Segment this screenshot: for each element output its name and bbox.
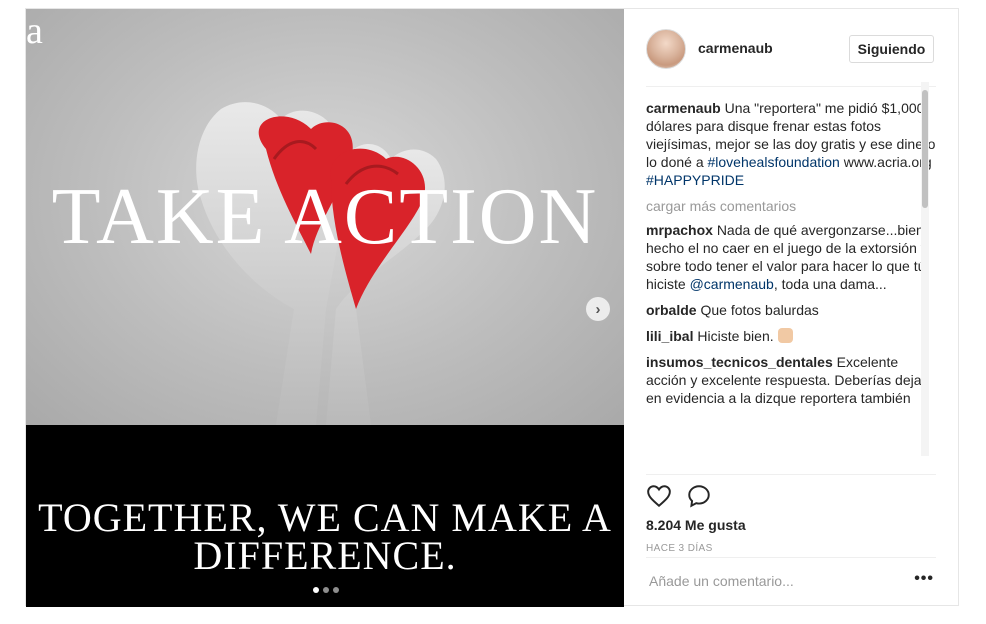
following-button[interactable]: Siguiendo <box>849 35 934 63</box>
tagline-line-1: TOGETHER, WE CAN MAKE A <box>38 495 612 540</box>
carousel-indicator <box>313 587 339 593</box>
header-username[interactable]: carmenaub <box>698 40 773 56</box>
post-sidebar: carmenaub Siguiendo carmenaub Una "repor… <box>624 9 959 607</box>
next-arrow-icon[interactable]: › <box>586 297 610 321</box>
clap-emoji-icon <box>777 328 793 343</box>
comment-input[interactable]: Añade un comentario... <box>649 573 794 589</box>
caption-username[interactable]: carmenaub <box>646 100 721 116</box>
caption: carmenaub Una "reportera" me pidió $1,00… <box>646 99 936 189</box>
comment-text: Hiciste bien. <box>697 328 774 344</box>
tagline-text: TOGETHER, WE CAN MAKE A DIFFERENCE. <box>26 495 624 578</box>
post-timestamp[interactable]: HACE 3 DÍAS <box>646 543 713 554</box>
comment-username[interactable]: insumos_tecnicos_dentales <box>646 354 833 370</box>
post-media[interactable]: a TAKE ACTION › TOGETHER, WE CAN MAKE A … <box>26 9 624 607</box>
headline-text: TAKE ACTION <box>51 173 599 261</box>
carousel-dot <box>323 587 329 593</box>
more-options-icon[interactable]: ••• <box>914 570 934 588</box>
comments-list: carmenaub Una "reportera" me pidió $1,00… <box>646 99 936 464</box>
comment-text-after: , toda una dama... <box>773 276 887 292</box>
comment-item: lili_ibal Hiciste bien. <box>646 327 936 345</box>
caption-hashtag-happypride[interactable]: #HAPPYPRIDE <box>646 172 744 188</box>
avatar[interactable] <box>646 29 686 69</box>
comment-username[interactable]: orbalde <box>646 302 697 318</box>
post-header: carmenaub Siguiendo <box>646 9 936 87</box>
carousel-dot <box>333 587 339 593</box>
add-comment-section: Añade un comentario... ••• <box>646 557 936 608</box>
comment-item: orbalde Que fotos balurdas <box>646 301 936 319</box>
carousel-dot-active <box>313 587 319 593</box>
post-photo: a TAKE ACTION › <box>26 9 624 425</box>
comment-icon[interactable] <box>686 483 712 509</box>
caption-site: www.acria.org <box>843 154 932 170</box>
comment-item: mrpachox Nada de qué avergonzarse...bien… <box>646 221 936 293</box>
comment-item: insumos_tecnicos_dentales Excelente acci… <box>646 353 936 407</box>
instagram-post: a TAKE ACTION › TOGETHER, WE CAN MAKE A … <box>25 8 959 607</box>
tagline-line-2: DIFFERENCE. <box>193 533 457 578</box>
post-actions: 8.204 Me gusta HACE 3 DÍAS <box>646 474 936 554</box>
comments-scrollbar-thumb[interactable] <box>922 90 928 208</box>
heart-icon[interactable] <box>646 483 672 509</box>
comment-text: Que fotos balurdas <box>700 302 819 318</box>
comment-username[interactable]: mrpachox <box>646 222 713 238</box>
comment-username[interactable]: lili_ibal <box>646 328 693 344</box>
like-count[interactable]: 8.204 Me gusta <box>646 517 746 533</box>
corner-logo-mark: a <box>26 10 43 52</box>
caption-hashtag-lovehealsfoundation[interactable]: #lovehealsfoundation <box>708 154 840 170</box>
load-more-comments-link[interactable]: cargar más comentarios <box>646 197 936 215</box>
comment-mention[interactable]: @carmenaub <box>690 276 774 292</box>
